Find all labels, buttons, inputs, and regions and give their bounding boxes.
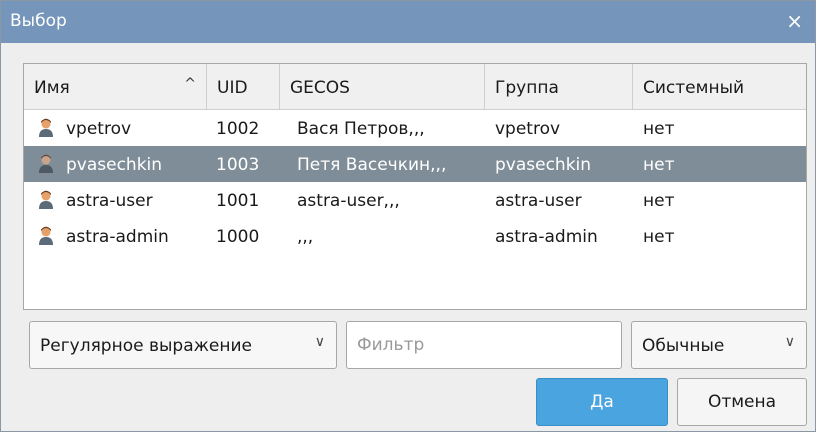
filter-mode-select[interactable]: Регулярное выражение ∨: [29, 321, 337, 369]
sort-ascending-icon: ^: [184, 76, 196, 92]
table-row[interactable]: vpetrov 1002 Вася Петров,,, vpetrov нет: [24, 110, 806, 146]
dialog-title: Выбор: [10, 11, 67, 31]
cell-group: astra-user: [495, 191, 582, 211]
cell-system: нет: [643, 191, 675, 211]
column-header-label: UID: [217, 78, 248, 98]
chevron-down-icon: ∨: [314, 334, 325, 350]
table-row-selected[interactable]: pvasechkin 1003 Петя Васечкин,,, pvasech…: [24, 146, 806, 182]
cell-system: нет: [643, 227, 675, 247]
ok-button[interactable]: Да: [536, 378, 668, 426]
title-bar[interactable]: Выбор ×: [1, 1, 815, 43]
cell-system: нет: [643, 119, 675, 139]
cell-system: нет: [643, 155, 675, 175]
column-header-label: Системный: [643, 78, 745, 98]
cell-gecos: astra-user,,,: [297, 191, 400, 211]
column-header-name[interactable]: Имя ^: [24, 64, 207, 109]
cell-name: pvasechkin: [66, 155, 163, 175]
cell-name: vpetrov: [66, 119, 132, 139]
column-header-label: Имя: [34, 78, 70, 98]
user-icon: [39, 190, 53, 209]
user-type-select[interactable]: Обычные ∨: [631, 321, 807, 369]
cell-group: pvasechkin: [495, 155, 592, 175]
cell-name: astra-admin: [66, 227, 169, 247]
cell-group: vpetrov: [495, 119, 561, 139]
selection-dialog: Выбор × Имя ^ UID GECOS Группа Системный…: [0, 0, 816, 432]
cell-gecos: ,,,: [297, 227, 314, 247]
column-header-uid[interactable]: UID: [207, 64, 280, 109]
users-table: Имя ^ UID GECOS Группа Системный vpetrov…: [23, 63, 807, 310]
user-icon: [39, 226, 53, 245]
cell-uid: 1002: [216, 119, 260, 139]
cell-gecos: Петя Васечкин,,,: [297, 155, 447, 175]
cell-uid: 1003: [216, 155, 260, 175]
close-icon[interactable]: ×: [786, 9, 803, 33]
filter-mode-value: Регулярное выражение: [40, 336, 253, 356]
user-icon: [39, 154, 53, 173]
column-header-gecos[interactable]: GECOS: [280, 64, 485, 109]
user-icon: [39, 118, 53, 137]
filter-input[interactable]: [346, 321, 622, 369]
table-row[interactable]: astra-admin 1000 ,,, astra-admin нет: [24, 218, 806, 254]
cell-group: astra-admin: [495, 227, 598, 247]
cell-uid: 1000: [216, 227, 260, 247]
cell-gecos: Вася Петров,,,: [297, 119, 425, 139]
column-header-label: Группа: [495, 78, 559, 98]
table-header: Имя ^ UID GECOS Группа Системный: [24, 64, 806, 110]
column-header-group[interactable]: Группа: [485, 64, 633, 109]
column-header-system[interactable]: Системный: [633, 64, 806, 109]
user-type-value: Обычные: [642, 336, 725, 356]
column-header-label: GECOS: [290, 78, 350, 98]
cell-uid: 1001: [216, 191, 260, 211]
chevron-down-icon: ∨: [784, 334, 795, 350]
cancel-button[interactable]: Отмена: [677, 378, 807, 426]
table-row[interactable]: astra-user 1001 astra-user,,, astra-user…: [24, 182, 806, 218]
cell-name: astra-user: [66, 191, 153, 211]
